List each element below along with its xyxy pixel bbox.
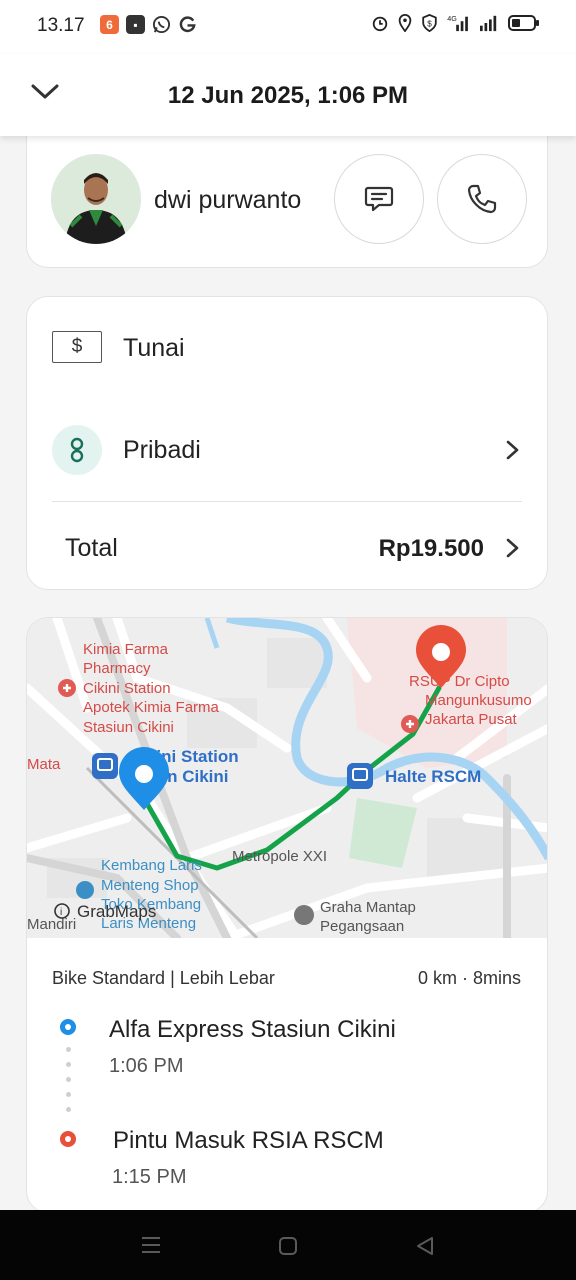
- map-label: Pegangsaan: [320, 918, 404, 935]
- svg-text:4G: 4G: [447, 14, 457, 23]
- map-label: Halte RSCM: [385, 767, 481, 786]
- driver-card: dwi purwanto: [26, 120, 548, 268]
- total-label: Total: [65, 534, 118, 562]
- map-label: Kembang Laris: [101, 857, 202, 874]
- train-station-icon: [92, 753, 118, 779]
- page-title: 12 Jun 2025, 1:06 PM: [167, 82, 409, 109]
- pickup-time: 1:06 PM: [109, 1055, 184, 1077]
- map-label: Graha Mantap: [320, 899, 416, 916]
- trip-card: Kimia Farma Pharmacy Cikini Station Apot…: [26, 617, 548, 1213]
- person-icon: [52, 425, 102, 475]
- map-label: Stasiun Cikini: [83, 719, 174, 736]
- driver-name: dwi purwanto: [154, 186, 302, 214]
- status-time: 13.17: [37, 15, 85, 36]
- google-icon: [179, 16, 196, 33]
- back-icon[interactable]: [415, 1236, 435, 1256]
- call-button[interactable]: [437, 154, 527, 244]
- route-connector: [66, 1047, 71, 1052]
- route-connector: [66, 1062, 71, 1067]
- shield-icon: $: [422, 14, 437, 32]
- profile-type[interactable]: Pribadi: [123, 436, 201, 465]
- chevron-right-icon[interactable]: [505, 439, 521, 461]
- route-connector: [66, 1092, 71, 1097]
- map-label: Mangunkusumo: [425, 692, 532, 709]
- map-label: Cikini Station: [83, 680, 171, 697]
- map-label: Metropole XXI: [232, 848, 327, 865]
- alarm-icon: [372, 16, 388, 32]
- avatar: [51, 154, 141, 244]
- map-label: RSUP Dr Cipto: [409, 673, 510, 690]
- route-connector: [66, 1107, 71, 1112]
- route-connector: [66, 1077, 71, 1082]
- phone-icon: [467, 184, 497, 214]
- chat-icon: [364, 186, 394, 212]
- divider: [52, 501, 522, 502]
- dropoff-dot-icon: [60, 1131, 76, 1147]
- svg-text:$: $: [427, 20, 432, 29]
- svg-text:i: i: [60, 907, 62, 918]
- dropoff-location: Pintu Masuk RSIA RSCM: [113, 1127, 384, 1154]
- cinema-icon: [294, 905, 314, 925]
- pickup-dot-icon: [60, 1019, 76, 1035]
- map-label: Menteng Shop: [101, 877, 199, 894]
- notification-icons: 6 ▪: [100, 15, 197, 34]
- shop-notification-icon: 6: [100, 15, 119, 34]
- map-label: Jakarta Pusat: [425, 711, 518, 728]
- map-label: Mata: [27, 756, 61, 773]
- trip-distance-duration: 0 km · 8mins: [417, 968, 521, 988]
- map-brand: GrabMaps: [77, 902, 156, 921]
- driver-photo: [51, 154, 141, 244]
- chat-button[interactable]: [334, 154, 424, 244]
- map-label: Pharmacy: [83, 660, 151, 677]
- payment-card: $ Tunai Pribadi Total Rp19.500: [26, 296, 548, 590]
- app-header: 12 Jun 2025, 1:06 PM: [0, 54, 576, 136]
- service-type: Bike Standard | Lebih Lebar: [52, 968, 275, 988]
- bus-stop-icon: [347, 763, 373, 789]
- pickup-location: Alfa Express Stasiun Cikini: [109, 1016, 396, 1043]
- system-icons: $ 4G: [371, 14, 540, 32]
- 4g-signal-icon: 4G: [447, 14, 468, 32]
- system-nav-bar: [0, 1210, 576, 1280]
- map-label: Mandiri: [27, 916, 76, 933]
- chat-app-icon: ▪: [126, 15, 145, 34]
- cash-icon: $: [52, 331, 102, 363]
- map-label: Kimia Farma: [83, 641, 169, 658]
- cash-symbol: $: [71, 336, 83, 357]
- location-icon: [398, 14, 412, 32]
- whatsapp-icon: [152, 15, 171, 34]
- dropoff-time: 1:15 PM: [112, 1166, 187, 1188]
- shop-icon: [76, 881, 94, 899]
- payment-method: Tunai: [123, 334, 185, 362]
- signal-icon: [480, 15, 497, 32]
- chevron-right-icon[interactable]: [505, 537, 521, 559]
- total-amount[interactable]: Rp19.500: [379, 535, 484, 563]
- menu-icon[interactable]: [141, 1235, 161, 1255]
- battery-icon: [508, 15, 539, 31]
- map-label: Apotek Kimia Farma: [83, 699, 220, 716]
- route-map[interactable]: Kimia Farma Pharmacy Cikini Station Apot…: [27, 618, 547, 943]
- home-icon[interactable]: [278, 1236, 298, 1256]
- status-bar: 13.17 6 ▪ $ 4G: [0, 0, 576, 54]
